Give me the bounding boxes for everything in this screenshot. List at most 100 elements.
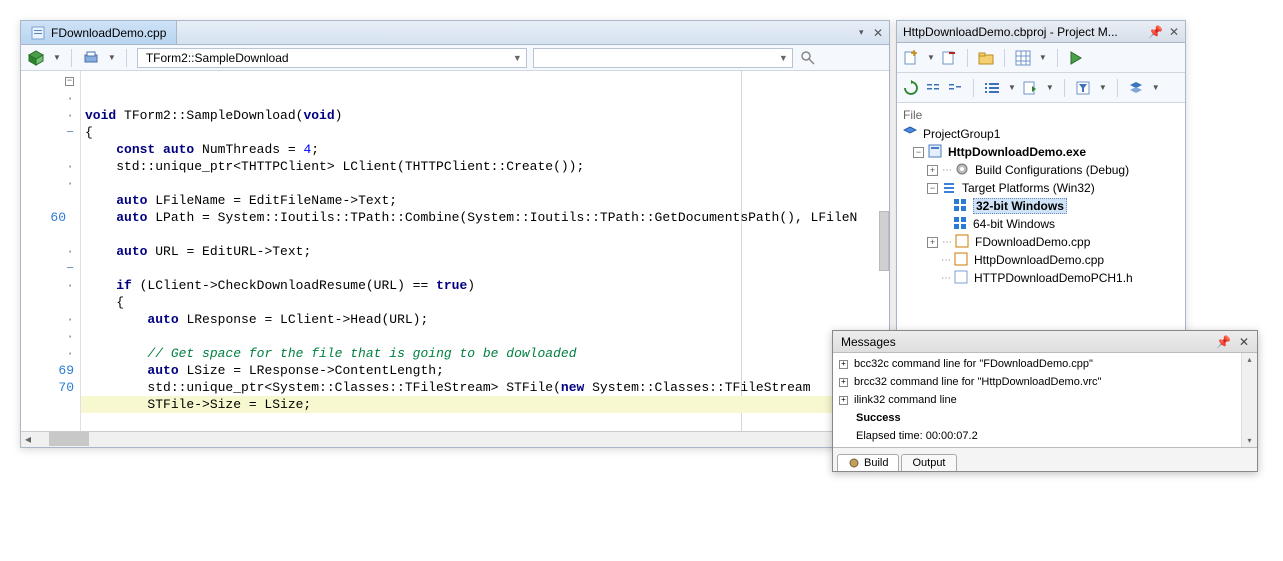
dropdown-arrow-icon[interactable]: ▼ <box>927 53 935 62</box>
add-file-icon[interactable] <box>903 50 919 66</box>
pin-icon[interactable]: 📌 <box>1148 25 1163 39</box>
message-line-success[interactable]: Success <box>833 409 1257 427</box>
pin-icon[interactable]: 📌 <box>1216 335 1231 349</box>
chevron-down-icon[interactable]: ▾ <box>859 27 869 38</box>
editor-tab-fdownloaddemo[interactable]: FDownloadDemo.cpp <box>21 21 177 44</box>
project-panel-titlebar: HttpDownloadDemo.cbproj - Project M... 📌… <box>897 21 1185 43</box>
tree-node-target-platforms[interactable]: − Target Platforms (Win32) <box>903 179 1179 197</box>
sync-icon[interactable] <box>1022 80 1038 96</box>
tree-node-exe[interactable]: − HttpDownloadDemo.exe <box>903 143 1179 161</box>
folder-icon[interactable] <box>978 50 994 66</box>
dropdown-arrow-icon[interactable]: ▼ <box>1039 53 1047 62</box>
editor-tab-label: FDownloadDemo.cpp <box>51 26 166 40</box>
dropdown-arrow-icon[interactable]: ▼ <box>1008 83 1016 92</box>
dropdown-arrow-icon[interactable]: ▼ <box>108 53 116 62</box>
remove-file-icon[interactable] <box>941 50 957 66</box>
messages-tab-output[interactable]: Output <box>901 454 956 471</box>
close-panel-icon[interactable]: ✕ <box>1239 335 1249 349</box>
expand-icon[interactable]: + <box>839 360 848 369</box>
tree-node-source-fdownloaddemo[interactable]: + ⋯ FDownloadDemo.cpp <box>903 233 1179 251</box>
search-icon[interactable] <box>799 49 817 67</box>
tree-node-source-httpdownloaddemo[interactable]: ⋯ HttpDownloadDemo.cpp <box>903 251 1179 269</box>
code-line: { <box>81 294 889 311</box>
code-text-area[interactable]: void TForm2::SampleDownload(void){ const… <box>81 71 889 431</box>
dropdown-arrow-icon[interactable]: ▼ <box>1152 83 1160 92</box>
tree-expand-icon[interactable]: + <box>927 165 938 176</box>
project-panel-title: HttpDownloadDemo.cbproj - Project M... <box>903 25 1118 39</box>
messages-panel: Messages 📌 ✕ + bcc32c command line for "… <box>832 330 1258 472</box>
printer-icon[interactable] <box>82 49 100 67</box>
project-toolbar-1: ▼ ▼ <box>897 43 1185 73</box>
code-line: if (LClient->CheckDownloadResume(URL) ==… <box>81 277 889 294</box>
expand-icon[interactable]: + <box>839 396 848 405</box>
project-tree: File ProjectGroup1 − HttpDownloadDemo.ex… <box>897 103 1185 291</box>
code-line: auto LFileName = EditFileName->Text; <box>81 192 889 209</box>
tree-expand-icon[interactable]: + <box>927 237 938 248</box>
method-selector-dropdown[interactable]: TForm2::SampleDownload ▼ <box>137 48 527 68</box>
code-line <box>81 328 889 345</box>
code-line <box>81 260 889 277</box>
tree-collapse-icon[interactable]: − <box>913 147 924 158</box>
expand-all-icon[interactable] <box>925 80 941 96</box>
cube-icon[interactable] <box>27 49 45 67</box>
code-line <box>81 413 889 430</box>
fold-minus-icon[interactable]: − <box>65 77 74 86</box>
layers-icon[interactable] <box>1128 80 1144 96</box>
cpp-file-icon <box>31 26 45 40</box>
message-line-elapsed[interactable]: Elapsed time: 00:00:07.2 <box>833 427 1257 445</box>
dropdown-arrow-icon[interactable]: ▼ <box>53 53 61 62</box>
messages-titlebar: Messages 📌 ✕ <box>833 331 1257 353</box>
messages-title: Messages <box>841 335 896 349</box>
code-line: auto LResponse = LClient->Head(URL); <box>81 311 889 328</box>
dropdown-arrow-icon[interactable]: ▼ <box>1099 83 1107 92</box>
exe-icon <box>928 144 944 160</box>
message-line[interactable]: + brcc32 command line for "HttpDownloadD… <box>833 373 1257 391</box>
code-line <box>81 175 889 192</box>
tab-control-buttons: ▾ ✕ <box>859 21 889 44</box>
code-line: std::unique_ptr<THTTPClient> LClient(THT… <box>81 158 889 175</box>
chevron-down-icon: ▼ <box>779 53 788 63</box>
close-panel-icon[interactable]: ✕ <box>1169 25 1179 39</box>
expand-icon[interactable]: + <box>839 378 848 387</box>
code-line: std::unique_ptr<System::Classes::TFileSt… <box>81 379 889 396</box>
code-line <box>81 226 889 243</box>
line-number: 60 <box>50 210 66 225</box>
code-line: void TForm2::SampleDownload(void) <box>81 107 889 124</box>
message-line[interactable]: + ilink32 command line <box>833 391 1257 409</box>
messages-tab-build[interactable]: Build <box>837 454 899 471</box>
tree-node-32bit-windows[interactable]: 32-bit Windows <box>903 197 1179 215</box>
line-number-gutter: − · · − · · 60 · − · · · · 69 70 <box>21 71 81 431</box>
tree-collapse-icon[interactable]: − <box>927 183 938 194</box>
tree-node-build-configs[interactable]: + ⋯ Build Configurations (Debug) <box>903 161 1179 179</box>
cpp-file-icon <box>954 252 970 268</box>
refresh-icon[interactable] <box>903 80 919 96</box>
tree-node-64bit-windows[interactable]: 64-bit Windows <box>903 215 1179 233</box>
chevron-down-icon: ▼ <box>513 53 522 63</box>
horizontal-scrollbar[interactable]: ◂ <box>21 431 889 447</box>
messages-body: + bcc32c command line for "FDownloadDemo… <box>833 353 1257 447</box>
secondary-selector-dropdown[interactable]: ▼ <box>533 48 793 68</box>
code-editor-panel: FDownloadDemo.cpp ▾ ✕ ▼ ▼ TForm2::Sample… <box>20 20 890 448</box>
gear-icon <box>848 457 860 469</box>
editor-tab-bar: FDownloadDemo.cpp ▾ ✕ <box>21 21 889 45</box>
project-toolbar-2: ▼ ▼ ▼ ▼ <box>897 73 1185 103</box>
collapse-all-icon[interactable] <box>947 80 963 96</box>
message-line[interactable]: + bcc32c command line for "FDownloadDemo… <box>833 355 1257 373</box>
run-icon[interactable] <box>1068 50 1084 66</box>
code-line: auto URL = EditURL->Text; <box>81 243 889 260</box>
line-number: 70 <box>58 380 74 395</box>
header-file-icon <box>954 270 970 286</box>
code-line: { <box>81 124 889 141</box>
tree-node-source-pch[interactable]: ⋯ HTTPDownloadDemoPCH1.h <box>903 269 1179 287</box>
grid-icon[interactable] <box>1015 50 1031 66</box>
vertical-scrollbar[interactable] <box>879 211 889 271</box>
messages-tabs: Build Output <box>833 447 1257 471</box>
tree-header-file: File <box>903 107 1179 125</box>
filter-icon[interactable] <box>1075 80 1091 96</box>
list-icon[interactable] <box>984 80 1000 96</box>
line-number: 69 <box>58 363 74 378</box>
close-tab-icon[interactable]: ✕ <box>873 26 883 40</box>
tree-root-projectgroup[interactable]: ProjectGroup1 <box>903 125 1179 143</box>
messages-scrollbar[interactable]: ▴▾ <box>1241 353 1257 447</box>
dropdown-arrow-icon[interactable]: ▼ <box>1046 83 1054 92</box>
